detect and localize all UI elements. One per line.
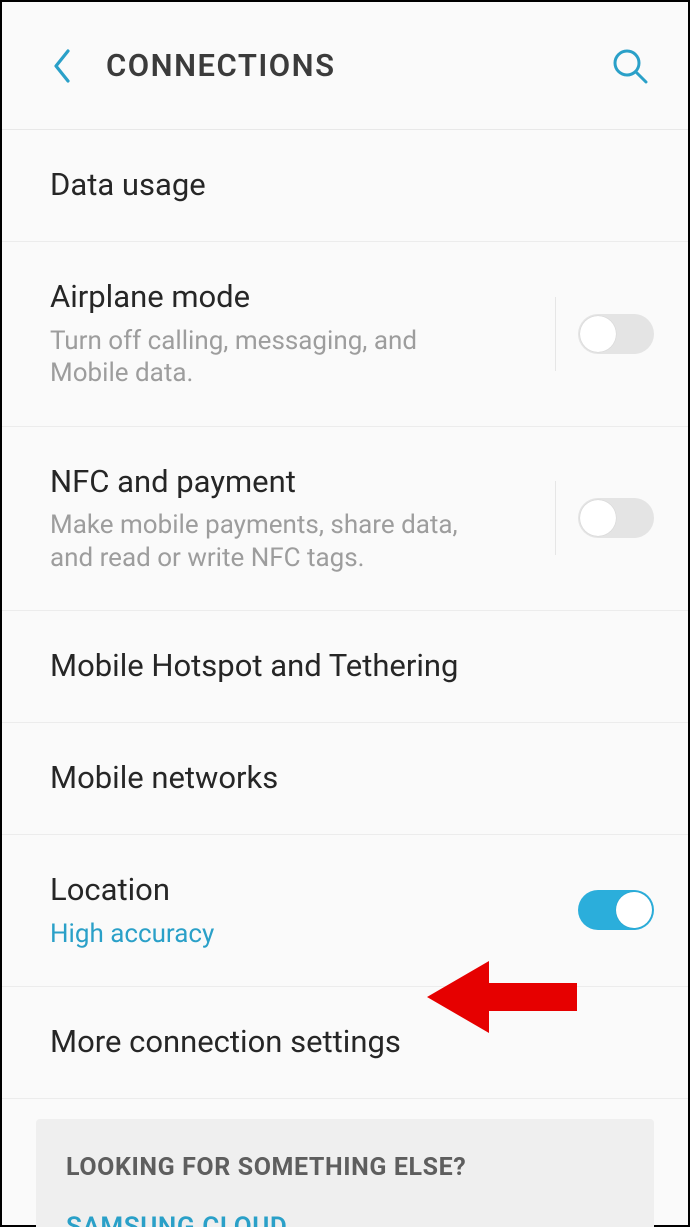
footer-lead: LOOKING FOR SOMETHING ELSE? xyxy=(66,1153,624,1182)
footer-link-samsung-cloud[interactable]: SAMSUNG CLOUD xyxy=(66,1212,624,1227)
item-data-usage[interactable]: Data usage xyxy=(2,130,688,242)
back-button[interactable] xyxy=(42,36,82,96)
footer-card: LOOKING FOR SOMETHING ELSE? SAMSUNG CLOU… xyxy=(36,1119,654,1227)
item-label: Airplane mode xyxy=(50,278,555,317)
toggle-knob xyxy=(580,500,616,536)
item-hotspot-tethering[interactable]: Mobile Hotspot and Tethering xyxy=(2,611,688,723)
item-label: Mobile networks xyxy=(50,759,654,798)
header-bar: CONNECTIONS xyxy=(2,2,688,130)
page-title: CONNECTIONS xyxy=(106,47,600,84)
location-toggle[interactable] xyxy=(578,890,654,930)
toggle-container xyxy=(555,297,654,371)
item-label: Mobile Hotspot and Tethering xyxy=(50,647,654,686)
item-label: Data usage xyxy=(50,166,654,205)
search-icon xyxy=(610,46,650,86)
airplane-toggle[interactable] xyxy=(578,314,654,354)
item-label: More connection settings xyxy=(50,1023,654,1062)
item-location[interactable]: Location High accuracy xyxy=(2,835,688,987)
item-subtext: Turn off calling, messaging, and Mobile … xyxy=(50,325,480,390)
item-more-connection-settings[interactable]: More connection settings xyxy=(2,987,688,1099)
settings-list: Data usage Airplane mode Turn off callin… xyxy=(2,130,688,1099)
item-label: Location xyxy=(50,871,578,910)
toggle-container xyxy=(578,873,654,947)
item-subtext: High accuracy xyxy=(50,918,480,951)
item-subtext: Make mobile payments, share data, and re… xyxy=(50,509,480,574)
toggle-knob xyxy=(580,316,616,352)
item-nfc-payment[interactable]: NFC and payment Make mobile payments, sh… xyxy=(2,427,688,612)
item-label: NFC and payment xyxy=(50,463,555,502)
chevron-left-icon xyxy=(52,49,72,83)
item-mobile-networks[interactable]: Mobile networks xyxy=(2,723,688,835)
search-button[interactable] xyxy=(600,36,660,96)
toggle-knob xyxy=(616,892,652,928)
item-airplane-mode[interactable]: Airplane mode Turn off calling, messagin… xyxy=(2,242,688,427)
toggle-container xyxy=(555,481,654,555)
nfc-toggle[interactable] xyxy=(578,498,654,538)
